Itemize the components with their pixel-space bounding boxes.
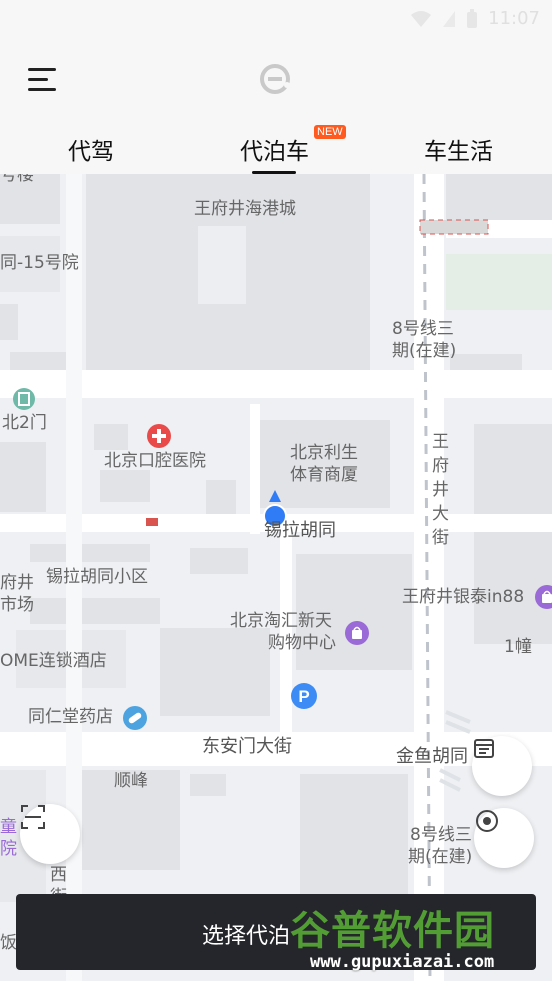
map-label: 府井 [0,573,34,593]
top-tabs: 代驾 代泊车 NEW 车生活 [0,125,552,174]
hospital-icon[interactable] [146,423,172,449]
map-label: 期(在建) [392,341,457,361]
shopping-bag-icon[interactable] [534,584,552,610]
map-label: 8号线三 [392,319,454,339]
calendar-button[interactable] [472,736,532,796]
select-valet-label: 选择代泊 [202,924,291,949]
calendar-icon [474,739,494,758]
map-label: 1幢 [504,637,532,657]
building-block [30,544,150,562]
scan-icon [21,805,45,829]
green-area [446,254,552,310]
tab-daijia[interactable]: 代驾 [68,132,114,166]
scan-button[interactable] [20,804,80,864]
building-block [446,174,552,220]
map-label-vertical: 王府井大街 [432,432,449,548]
construction-mark [146,518,158,526]
menu-button[interactable] [28,66,60,94]
map-label: 顺峰 [114,771,148,791]
map-label: 北2门 [2,413,47,433]
tab-label: 代驾 [68,139,114,165]
map-label: 北京利生 [290,443,358,463]
locate-button[interactable] [474,808,534,868]
menu-icon-line [28,88,56,91]
map-label: 王府井银泰in88 [402,587,525,607]
map-label: 同仁堂药店 [28,707,113,727]
app-header: 代驾 代泊车 NEW 车生活 [0,40,552,174]
map-label: 市场 [0,595,34,615]
map-label: 体育商厦 [290,465,358,485]
map-label: 锡拉胡同小区 [46,567,148,587]
map-label: 金鱼胡同 [396,746,468,767]
building-block [474,424,552,644]
status-bar: 11:07 [0,0,552,40]
map-label: 期(在建) [408,847,473,867]
shopping-bag-icon[interactable] [344,620,370,646]
app-logo-icon [260,64,290,94]
gate-icon[interactable] [12,387,36,411]
building-block [94,424,128,450]
building-block [100,470,150,502]
map-label: 西 [50,865,67,885]
battery-icon [467,8,478,28]
map-label: 院 [0,839,17,859]
road [250,404,260,534]
locate-icon [476,810,498,832]
tab-daibo[interactable]: 代泊车 NEW [240,125,346,166]
pharmacy-icon[interactable] [122,705,148,731]
building-block [0,442,46,512]
building-block [30,598,160,624]
menu-icon-line [28,68,56,71]
signal-icon [443,10,456,27]
map-label: 号楼 [0,174,34,185]
building-block [190,774,226,796]
tab-label: 车生活 [424,139,493,165]
map-label: 北京口腔医院 [104,451,206,471]
watermark-brand: 谷普软件园 [290,908,495,954]
building-block [190,548,248,574]
status-time: 11:07 [488,8,540,29]
menu-icon-line [28,78,48,81]
tab-cheshenghuo[interactable]: 车生活 [424,132,493,166]
wifi-icon [411,10,432,27]
building-block [160,628,270,716]
svg-text:P: P [298,687,309,706]
building-block [198,226,246,304]
watermark-url: www.gupuxiazai.com [310,952,495,972]
construction-mark [419,219,489,235]
map-label: 8号线三 [410,825,472,845]
map-label: 购物中心 [268,633,336,653]
map-label: 锡拉胡同 [264,520,336,541]
map-label: OME连锁酒店 [0,651,107,671]
status-icons: 11:07 [410,8,540,29]
tab-label: 代泊车 [240,139,309,165]
map-label: 王府井海港城 [194,199,296,219]
road [0,370,552,398]
new-badge: NEW [314,125,346,139]
map-label: 北京淘汇新天 [230,611,332,631]
map-view[interactable]: P 号楼 王府井海港城 同-15号院 8号线三 期(在建) 北2门 北京口腔医院… [0,174,552,981]
map-label: 东安门大街 [202,736,292,757]
building-block [0,304,18,340]
map-label: 童 [0,817,17,837]
parking-icon[interactable]: P [290,682,318,710]
map-label: 同-15号院 [0,253,79,273]
